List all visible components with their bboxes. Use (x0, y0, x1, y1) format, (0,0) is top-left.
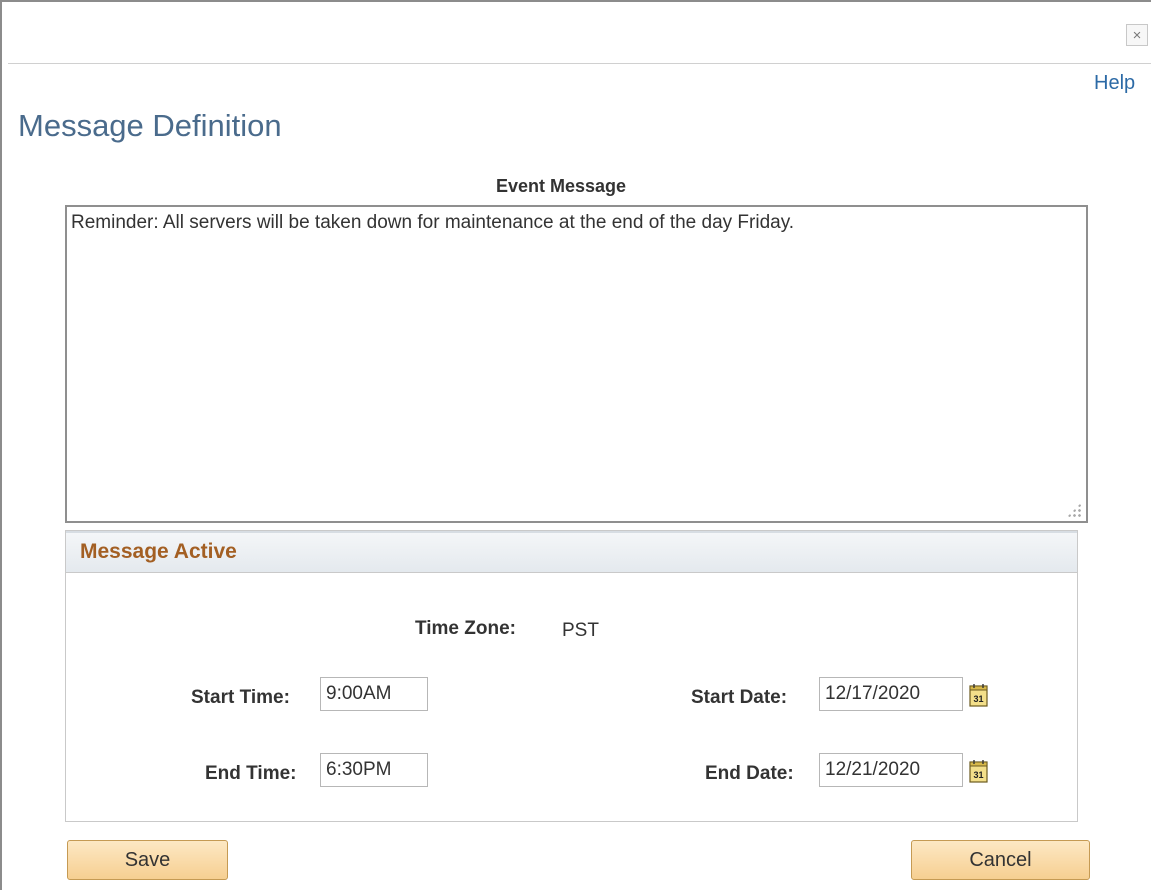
header-divider (8, 63, 1151, 64)
end-date-calendar-icon[interactable]: 31 (968, 758, 990, 784)
start-date-calendar-label: 31 (973, 694, 983, 704)
cancel-button[interactable]: Cancel (911, 840, 1090, 880)
message-active-title: Message Active (80, 540, 237, 563)
message-active-header: Message Active (66, 531, 1077, 573)
end-time-input[interactable] (320, 753, 428, 787)
event-message-textarea[interactable]: Reminder: All servers will be taken down… (65, 205, 1088, 523)
start-time-input[interactable] (320, 677, 428, 711)
start-date-label: Start Date: (691, 687, 788, 708)
event-message-label: Event Message (496, 176, 627, 196)
window-border-top (0, 0, 1151, 2)
save-button[interactable]: Save (67, 840, 228, 880)
time-zone-value: PST (562, 620, 599, 641)
page-title: Message Definition (18, 108, 282, 143)
close-icon: × (1132, 26, 1142, 44)
end-time-label: End Time: (205, 763, 297, 784)
time-zone-label: Time Zone: (415, 618, 516, 639)
window-border-left (0, 0, 2, 890)
close-button[interactable]: × (1126, 24, 1148, 46)
start-date-calendar-icon[interactable]: 31 (968, 682, 990, 708)
end-date-label: End Date: (705, 763, 794, 784)
help-link[interactable]: Help (1094, 72, 1135, 95)
start-date-input[interactable] (819, 677, 963, 711)
start-time-label: Start Time: (191, 687, 290, 708)
end-date-calendar-label: 31 (973, 770, 983, 780)
end-date-input[interactable] (819, 753, 963, 787)
